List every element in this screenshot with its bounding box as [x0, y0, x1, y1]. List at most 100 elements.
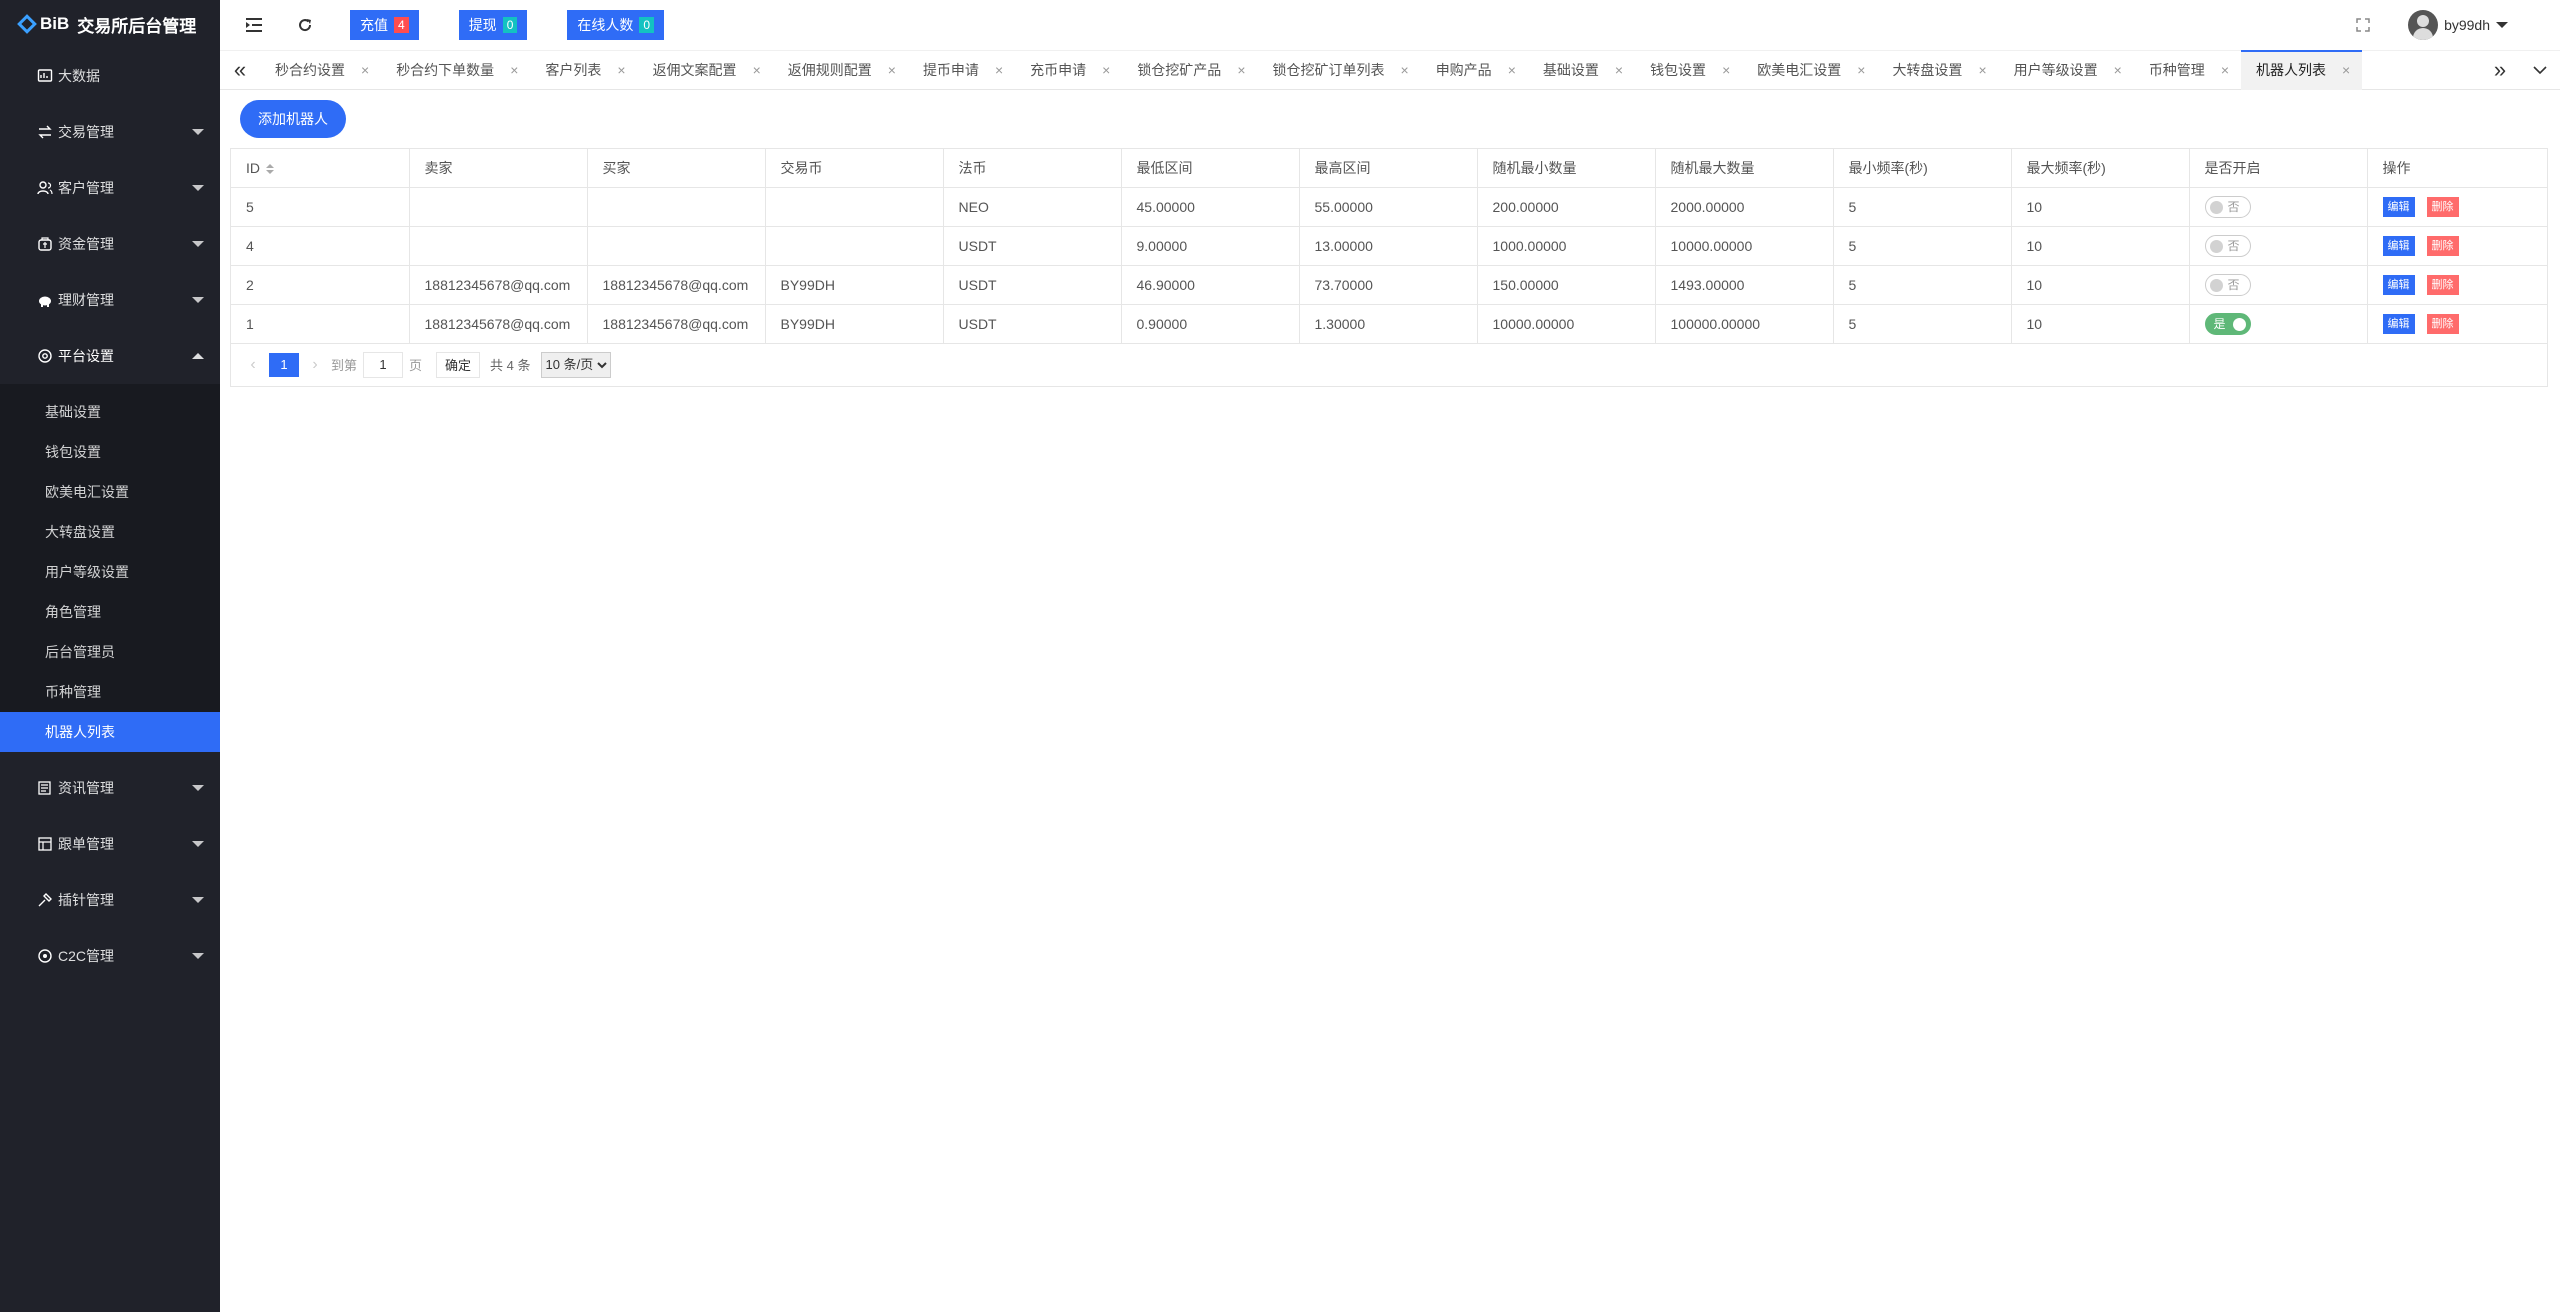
tab-2[interactable]: 客户列表 ×: [530, 50, 637, 90]
close-icon[interactable]: ×: [1857, 62, 1865, 78]
tab-3[interactable]: 返佣文案配置 ×: [638, 50, 773, 90]
tab-16[interactable]: 机器人列表 ×: [2241, 50, 2363, 90]
enabled-toggle[interactable]: 是: [2204, 312, 2251, 335]
next-page-button[interactable]: ›: [305, 356, 325, 374]
chevron-down-icon: [192, 129, 204, 135]
tab-15[interactable]: 币种管理 ×: [2134, 50, 2241, 90]
cell-min-range: 45.00000: [1121, 187, 1300, 227]
sidebar-subitem-1[interactable]: 钱包设置: [0, 432, 220, 472]
refresh-button[interactable]: [290, 10, 320, 40]
close-icon[interactable]: ×: [1102, 62, 1110, 78]
cell-seller: [409, 226, 588, 266]
page-number-current[interactable]: 1: [269, 352, 299, 377]
enabled-toggle[interactable]: 否: [2204, 234, 2251, 257]
tab-9[interactable]: 申购产品 ×: [1421, 50, 1528, 90]
sidebar-item-3[interactable]: 资金管理: [0, 216, 220, 272]
tab-14[interactable]: 用户等级设置 ×: [1999, 50, 2134, 90]
sidebar-subitem-2[interactable]: 欧美电汇设置: [0, 472, 220, 512]
close-icon[interactable]: ×: [2342, 62, 2350, 78]
prev-page-button[interactable]: ‹: [243, 356, 263, 374]
sidebar-item-lower-0[interactable]: 资讯管理: [0, 760, 220, 816]
online-users-button[interactable]: 在线人数 0: [567, 10, 665, 40]
goto-page-input[interactable]: [363, 351, 404, 378]
recharge-button[interactable]: 充值 4: [350, 10, 419, 40]
column-header-0[interactable]: ID: [231, 149, 410, 188]
close-icon[interactable]: ×: [1615, 62, 1623, 78]
sidebar-subitem-0[interactable]: 基础设置: [0, 392, 220, 432]
close-icon[interactable]: ×: [361, 62, 369, 78]
tabs-scroll-right-button[interactable]: »: [2480, 50, 2520, 90]
tab-4[interactable]: 返佣规则配置 ×: [773, 50, 908, 90]
header-right: by99dh: [2348, 0, 2560, 50]
sidebar-item-lower-2[interactable]: 插针管理: [0, 872, 220, 928]
sidebar-subitem-6[interactable]: 后台管理员: [0, 632, 220, 672]
sidebar-subitem-5[interactable]: 角色管理: [0, 592, 220, 632]
column-header-label: 随机最大数量: [1670, 159, 1755, 176]
tab-12[interactable]: 欧美电汇设置 ×: [1742, 50, 1877, 90]
tab-13[interactable]: 大转盘设置 ×: [1877, 50, 1998, 90]
edit-button[interactable]: 编辑: [2382, 274, 2415, 295]
tab-11[interactable]: 钱包设置 ×: [1635, 50, 1742, 90]
menu-toggle-button[interactable]: [240, 10, 270, 40]
edit-button[interactable]: 编辑: [2382, 313, 2415, 334]
fullscreen-button[interactable]: [2348, 10, 2378, 40]
column-header-label: 买家: [602, 159, 631, 176]
close-icon[interactable]: ×: [510, 62, 518, 78]
withdraw-button[interactable]: 提现 0: [458, 10, 528, 40]
sidebar-item-2[interactable]: 客户管理: [0, 160, 220, 216]
add-robot-button[interactable]: 添加机器人: [240, 100, 346, 138]
close-icon[interactable]: ×: [1978, 62, 1986, 78]
cell-max-freq: 10: [2011, 187, 2190, 227]
goto-confirm-button[interactable]: 确定: [436, 351, 481, 378]
sidebar-subitem-3[interactable]: 大转盘设置: [0, 512, 220, 552]
sidebar-item-0[interactable]: 大数据: [0, 48, 220, 104]
sidebar-item-1[interactable]: 交易管理: [0, 104, 220, 160]
edit-button[interactable]: 编辑: [2382, 235, 2415, 256]
tab-6[interactable]: 充币申请 ×: [1015, 50, 1122, 90]
close-icon[interactable]: ×: [995, 62, 1003, 78]
cell-seller: 18812345678@qq.com: [409, 265, 588, 305]
close-icon[interactable]: ×: [2114, 62, 2122, 78]
tab-8[interactable]: 锁仓挖矿订单列表 ×: [1258, 50, 1421, 90]
close-icon[interactable]: ×: [1401, 62, 1409, 78]
tabs-menu-button[interactable]: [2520, 50, 2560, 90]
avatar: [2408, 10, 2439, 40]
delete-button[interactable]: 删除: [2426, 196, 2459, 217]
app-title: 交易所后台管理: [77, 16, 197, 36]
sidebar-item-lower-1[interactable]: 跟单管理: [0, 816, 220, 872]
close-icon[interactable]: ×: [753, 62, 761, 78]
close-icon[interactable]: ×: [888, 62, 896, 78]
user-menu[interactable]: by99dh: [2408, 10, 2508, 40]
close-icon[interactable]: ×: [1722, 62, 1730, 78]
cell-buyer: [587, 187, 766, 227]
tab-0[interactable]: 秒合约设置 ×: [260, 50, 381, 90]
logo[interactable]: BiB 交易所后台管理: [0, 0, 220, 48]
tab-1[interactable]: 秒合约下单数量 ×: [381, 50, 530, 90]
tab-10[interactable]: 基础设置 ×: [1528, 50, 1635, 90]
delete-button[interactable]: 删除: [2426, 235, 2459, 256]
enabled-toggle[interactable]: 否: [2204, 273, 2251, 296]
sidebar-subitem-8[interactable]: 机器人列表: [0, 712, 220, 752]
tab-7[interactable]: 锁仓挖矿产品 ×: [1122, 50, 1257, 90]
sidebar-item-5[interactable]: 平台设置: [0, 328, 220, 384]
column-header-11: 是否开启: [2189, 149, 2368, 188]
chevron-down-icon: [2496, 22, 2508, 28]
tabs-scroll-left-button[interactable]: «: [220, 50, 260, 90]
tab-5[interactable]: 提币申请 ×: [908, 50, 1015, 90]
sort-icon[interactable]: [266, 164, 274, 175]
cell-min-range: 46.90000: [1121, 265, 1300, 305]
close-icon[interactable]: ×: [1237, 62, 1245, 78]
edit-button[interactable]: 编辑: [2382, 196, 2415, 217]
sidebar-subitem-4[interactable]: 用户等级设置: [0, 552, 220, 592]
delete-button[interactable]: 删除: [2426, 274, 2459, 295]
sidebar-subitem-7[interactable]: 币种管理: [0, 672, 220, 712]
enabled-toggle[interactable]: 否: [2204, 195, 2251, 218]
sidebar-item-4[interactable]: 理财管理: [0, 272, 220, 328]
close-icon[interactable]: ×: [2221, 62, 2229, 78]
sidebar-item-lower-3[interactable]: C2C管理: [0, 928, 220, 984]
close-icon[interactable]: ×: [617, 62, 625, 78]
page-size-select[interactable]: 10 条/页: [540, 351, 611, 378]
column-header-5: 最低区间: [1121, 149, 1300, 188]
delete-button[interactable]: 删除: [2426, 313, 2459, 334]
close-icon[interactable]: ×: [1508, 62, 1516, 78]
